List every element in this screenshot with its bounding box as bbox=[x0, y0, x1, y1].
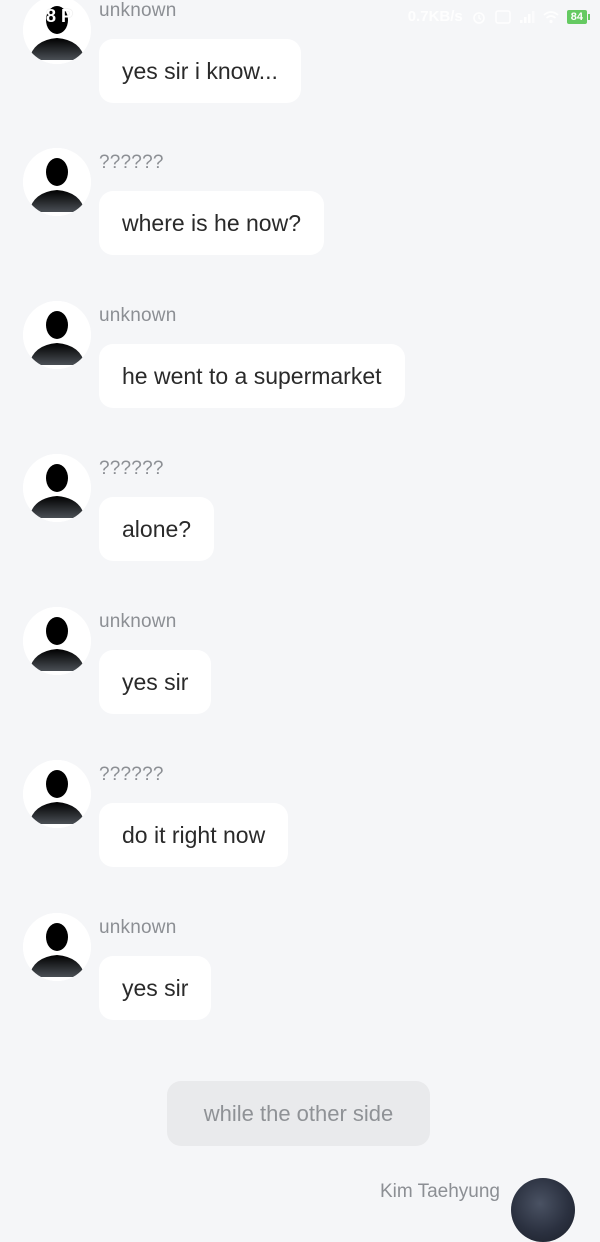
battery-level: 84 bbox=[566, 9, 587, 24]
person-silhouette-icon bbox=[23, 760, 91, 828]
sender-name: ?????? bbox=[99, 152, 164, 173]
message-bubble[interactable]: where is he now? bbox=[99, 191, 324, 255]
person-silhouette-icon bbox=[23, 148, 91, 216]
sender-name: unknown bbox=[99, 917, 177, 938]
avatar[interactable] bbox=[23, 301, 91, 369]
person-silhouette-icon bbox=[23, 913, 91, 981]
person-silhouette-icon bbox=[23, 301, 91, 369]
network-speed: 0.7KB/s bbox=[407, 8, 463, 25]
message-bubble[interactable]: yes sir bbox=[99, 956, 212, 1020]
sender-name: ?????? bbox=[99, 458, 164, 479]
avatar[interactable] bbox=[23, 607, 91, 675]
avatar[interactable] bbox=[511, 1178, 575, 1242]
signal-icon bbox=[519, 10, 535, 23]
status-indicators: 0.7KB/s 84 bbox=[408, 8, 590, 25]
sender-name: ?????? bbox=[99, 764, 164, 785]
avatar[interactable] bbox=[23, 760, 91, 828]
hd-icon bbox=[495, 9, 511, 24]
narration-chip: while the other side bbox=[167, 1081, 430, 1146]
message-bubble[interactable]: alone? bbox=[99, 497, 215, 561]
sender-name: unknown bbox=[99, 611, 177, 632]
message-bubble[interactable]: do it right now bbox=[99, 803, 289, 867]
message-bubble[interactable]: he went to a supermarket bbox=[99, 344, 405, 408]
person-silhouette-icon bbox=[23, 454, 91, 522]
sender-name: unknown bbox=[99, 305, 177, 326]
battery-icon: 84 bbox=[566, 9, 590, 24]
person-silhouette-icon bbox=[23, 607, 91, 675]
sender-name: unknown bbox=[99, 0, 177, 21]
person-silhouette-icon bbox=[23, 0, 91, 64]
avatar[interactable] bbox=[23, 913, 91, 981]
alarm-icon bbox=[472, 11, 485, 24]
wifi-icon bbox=[543, 10, 559, 23]
avatar[interactable] bbox=[23, 148, 91, 216]
message-bubble[interactable]: yes sir bbox=[99, 650, 212, 714]
message-bubble[interactable]: yes sir i know... bbox=[99, 39, 301, 103]
avatar[interactable] bbox=[23, 454, 91, 522]
avatar[interactable] bbox=[23, 0, 91, 64]
